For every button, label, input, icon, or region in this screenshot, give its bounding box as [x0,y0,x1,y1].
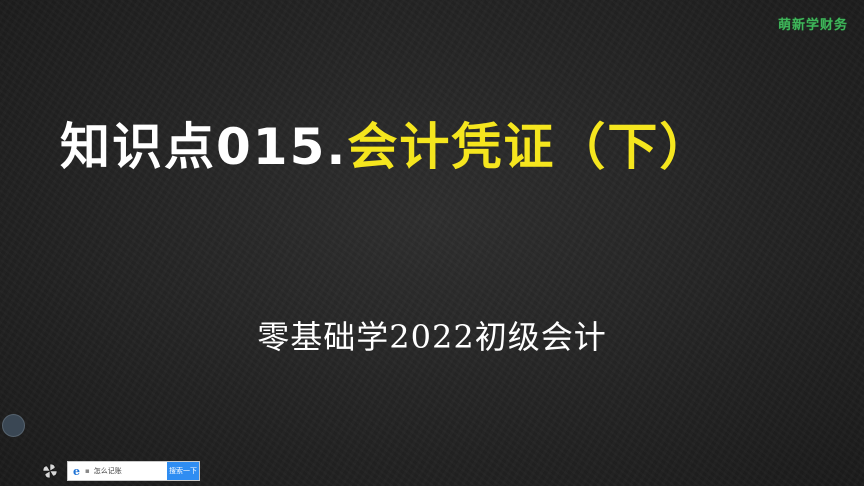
background-texture [0,0,864,486]
search-bar: e ▪ 搜索一下 [67,461,200,481]
page-title: 知识点015.会计凭证（下） [60,112,860,182]
dropdown-dot-icon[interactable]: ▪ [85,462,92,480]
search-input[interactable] [91,462,167,480]
floating-circle-button[interactable] [2,414,25,437]
title-prefix: 知识点015. [60,118,348,176]
ie-browser-icon[interactable]: e [68,462,85,480]
channel-watermark: 萌新学财务 [777,18,848,33]
search-button[interactable]: 搜索一下 [167,462,199,480]
pinwheel-icon[interactable] [41,462,59,480]
page-subtitle: 零基础学2022初级会计 [257,318,607,356]
title-topic: 会计凭证（下） [347,118,712,176]
